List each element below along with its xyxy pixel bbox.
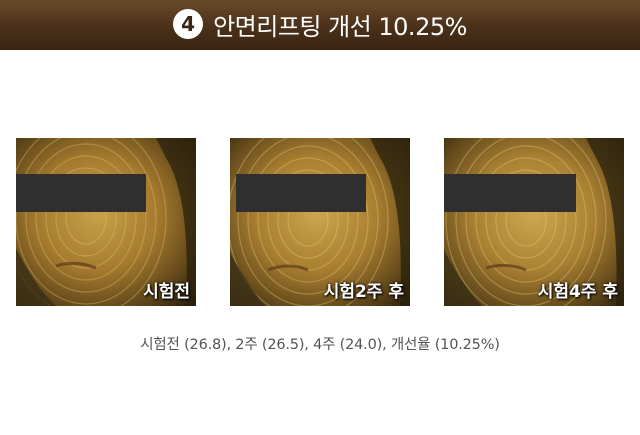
page: 4 안면리프팅 개선 10.25% 시험전 시험2주 후 시험4주 후 시험전 …	[0, 0, 640, 435]
photo-week-2: 시험2주 후	[230, 138, 410, 306]
privacy-censor-bar	[236, 174, 366, 212]
header-content: 4 안면리프팅 개선 10.25%	[173, 7, 467, 42]
results-caption: 시험전 (26.8), 2주 (26.5), 4주 (24.0), 개선율 (1…	[140, 337, 500, 353]
privacy-censor-bar	[444, 174, 576, 212]
photo-week-4: 시험4주 후	[444, 138, 624, 306]
photo-label: 시험전	[143, 282, 190, 302]
photo-label: 시험4주 후	[537, 282, 618, 302]
privacy-censor-bar	[16, 174, 146, 212]
photo-before: 시험전	[16, 138, 196, 306]
header-bar: 4 안면리프팅 개선 10.25%	[0, 0, 640, 50]
step-number-badge: 4	[173, 9, 204, 39]
header-title: 안면리프팅 개선 10.25%	[213, 12, 467, 41]
photo-label: 시험2주 후	[323, 282, 404, 302]
